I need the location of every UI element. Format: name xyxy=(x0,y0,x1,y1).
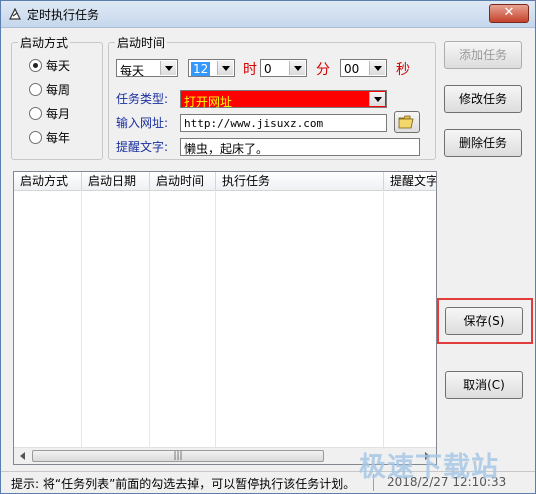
minute-select[interactable]: 0 xyxy=(260,59,307,77)
modify-task-button[interactable]: 修改任务 xyxy=(444,85,522,113)
radio-button[interactable] xyxy=(29,83,42,96)
task-type-select[interactable]: 打开网址 xyxy=(180,90,387,109)
folder-open-icon xyxy=(398,115,414,129)
reminder-label: 提醒文字: xyxy=(116,140,169,154)
hour-value: 12 xyxy=(191,62,211,76)
radio-label-yearly: 每年 xyxy=(46,131,71,145)
frequency-value: 每天 xyxy=(120,64,145,78)
column-header-date[interactable]: 启动日期 xyxy=(82,172,150,190)
title-bar[interactable]: 定时执行任务 ✕ xyxy=(1,1,535,28)
close-button[interactable]: ✕ xyxy=(489,4,529,23)
startup-mode-legend: 启动方式 xyxy=(20,36,69,50)
scrollbar-thumb[interactable]: ||| xyxy=(32,450,324,462)
task-type-label: 任务类型: xyxy=(116,92,169,106)
radio-weekly[interactable]: 每周 xyxy=(29,81,70,97)
column-header-mode[interactable]: 启动方式 xyxy=(14,172,82,190)
second-unit-label: 秒 xyxy=(396,62,410,78)
task-list[interactable]: 启动方式 启动日期 启动时间 执行任务 提醒文字 ||| xyxy=(13,171,437,465)
column-divider xyxy=(149,190,150,448)
hour-unit-label: 时 xyxy=(243,62,257,78)
cancel-button[interactable]: 取消(C) xyxy=(445,371,523,399)
reminder-input[interactable]: 懒虫，起床了。 xyxy=(180,138,420,156)
chevron-down-icon[interactable] xyxy=(160,61,176,75)
task-type-value: 打开网址 xyxy=(184,95,233,109)
url-input[interactable]: http://www.jisuxz.com xyxy=(180,114,387,132)
chevron-down-icon[interactable] xyxy=(289,61,305,75)
minute-unit-label: 分 xyxy=(316,62,330,78)
browse-button[interactable] xyxy=(394,111,420,133)
hour-select[interactable]: 12 xyxy=(188,59,235,77)
chevron-down-icon[interactable] xyxy=(369,61,385,75)
main-window: 定时执行任务 ✕ 启动方式 每天 每周 每月 每年 启动时间 每天 12 时 0… xyxy=(0,0,536,494)
column-header-reminder[interactable]: 提醒文字 xyxy=(384,172,436,190)
second-value: 00 xyxy=(344,62,360,76)
column-header-time[interactable]: 启动时间 xyxy=(150,172,216,190)
chevron-down-icon[interactable] xyxy=(369,92,385,106)
column-header-task[interactable]: 执行任务 xyxy=(216,172,384,190)
scroll-left-icon[interactable] xyxy=(15,449,31,463)
app-icon xyxy=(9,7,21,20)
second-select[interactable]: 00 xyxy=(340,59,387,77)
radio-daily[interactable]: 每天 xyxy=(29,57,70,73)
status-hint: 提示: 将“任务列表”前面的勾选去掉，可以暂停执行该任务计划。 xyxy=(11,477,356,491)
radio-monthly[interactable]: 每月 xyxy=(29,105,70,121)
task-list-header: 启动方式 启动日期 启动时间 执行任务 提醒文字 xyxy=(14,172,436,191)
watermark-logo: 极速下载站 xyxy=(359,452,499,483)
column-divider xyxy=(215,190,216,448)
radio-label-monthly: 每月 xyxy=(46,107,71,121)
startup-time-legend: 启动时间 xyxy=(117,36,166,50)
minute-value: 0 xyxy=(264,62,272,76)
radio-yearly[interactable]: 每年 xyxy=(29,129,70,145)
radio-button-checked[interactable] xyxy=(29,59,42,72)
save-button[interactable]: 保存(S) xyxy=(445,307,523,335)
chevron-down-icon[interactable] xyxy=(217,61,233,75)
radio-label-daily: 每天 xyxy=(46,59,71,73)
window-title: 定时执行任务 xyxy=(27,8,100,22)
radio-label-weekly: 每周 xyxy=(46,83,71,97)
delete-task-button[interactable]: 删除任务 xyxy=(444,129,522,157)
frequency-select[interactable]: 每天 xyxy=(116,59,178,78)
radio-button[interactable] xyxy=(29,131,42,144)
grip-icon: ||| xyxy=(173,451,183,461)
column-divider xyxy=(81,190,82,448)
close-icon: ✕ xyxy=(503,5,515,20)
add-task-button[interactable]: 添加任务 xyxy=(444,41,522,69)
url-label: 输入网址: xyxy=(116,116,169,130)
radio-button[interactable] xyxy=(29,107,42,120)
column-divider xyxy=(383,190,384,448)
